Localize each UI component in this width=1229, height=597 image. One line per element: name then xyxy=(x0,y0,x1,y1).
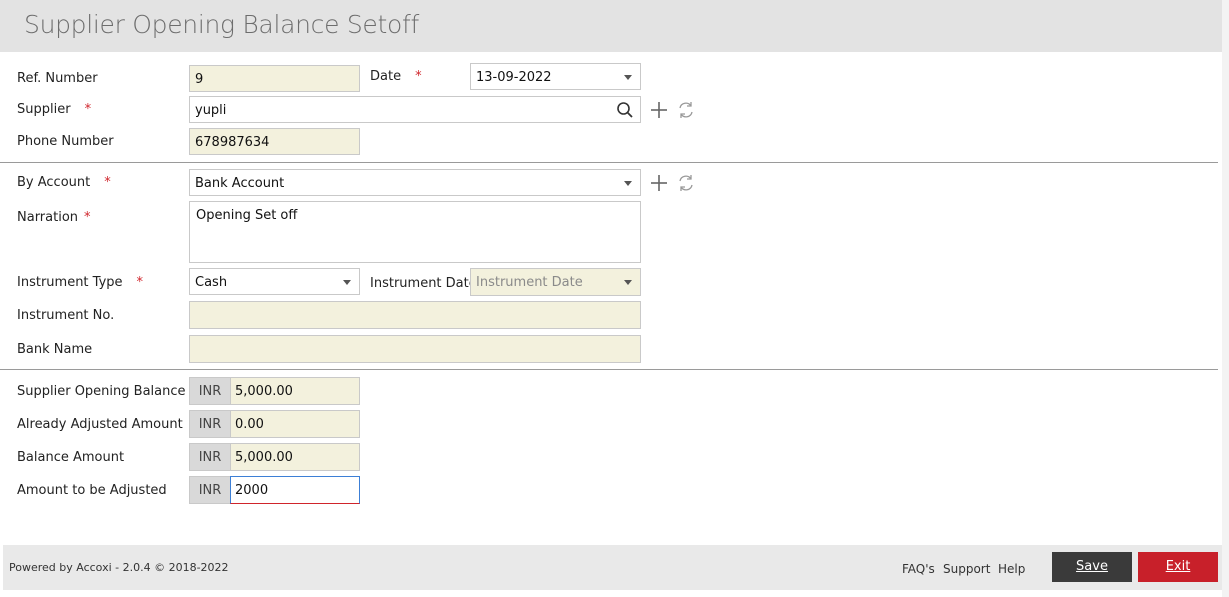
instrument-type-label: Instrument Type * xyxy=(17,275,143,290)
supplier-label: Supplier * xyxy=(17,102,91,117)
instrument-no-label: Instrument No. xyxy=(17,308,115,323)
chevron-down-icon xyxy=(624,75,632,80)
instrument-date-label: Instrument Date xyxy=(370,276,477,291)
exit-button[interactable]: Exit xyxy=(1138,552,1218,582)
phone-number-label: Phone Number xyxy=(17,134,114,149)
page-title: Supplier Opening Balance Setoff xyxy=(24,10,419,39)
amount-to-adjust-input[interactable]: 2000 xyxy=(230,476,360,504)
supplier-input[interactable]: yupli xyxy=(189,96,641,123)
supplier-value: yupli xyxy=(195,103,227,118)
refresh-account-icon[interactable] xyxy=(676,173,696,193)
powered-by-text: Powered by Accoxi - 2.0.4 © 2018-2022 xyxy=(9,561,229,574)
date-picker[interactable]: 13-09-2022 xyxy=(470,63,641,90)
support-link[interactable]: Support xyxy=(943,562,990,576)
add-account-icon[interactable] xyxy=(649,173,669,193)
instrument-type-select[interactable]: Cash xyxy=(189,268,360,295)
balance-amount-label: Balance Amount xyxy=(17,450,125,465)
required-mark: * xyxy=(415,69,422,84)
already-adjusted-label: Already Adjusted Amount xyxy=(17,417,183,432)
page-header: Supplier Opening Balance Setoff xyxy=(0,0,1222,52)
scrollbar[interactable] xyxy=(1222,0,1229,597)
search-icon[interactable] xyxy=(616,101,634,119)
currency-badge: INR xyxy=(189,476,230,504)
required-mark: * xyxy=(84,102,92,117)
date-label-text: Date xyxy=(370,69,402,84)
narration-label-text: Narration xyxy=(17,210,79,225)
by-account-select[interactable]: Bank Account xyxy=(189,169,641,196)
date-value: 13-09-2022 xyxy=(476,70,552,85)
opening-balance-label: Supplier Opening Balance xyxy=(17,384,186,399)
bank-name-field[interactable] xyxy=(189,335,641,363)
required-mark: * xyxy=(136,275,144,290)
instrument-type-label-text: Instrument Type xyxy=(17,275,123,290)
amount-to-adjust-label: Amount to be Adjusted xyxy=(17,483,167,498)
ref-number-label: Ref. Number xyxy=(17,71,98,86)
chevron-down-icon xyxy=(624,181,632,186)
phone-number-field[interactable]: 678987634 xyxy=(189,128,360,155)
chevron-down-icon xyxy=(624,280,632,285)
section-divider xyxy=(0,369,1218,370)
currency-badge: INR xyxy=(189,410,230,438)
ref-number-field[interactable]: 9 xyxy=(189,65,360,92)
refresh-supplier-icon[interactable] xyxy=(676,100,696,120)
help-link[interactable]: Help xyxy=(998,562,1025,576)
opening-balance-field[interactable]: 5,000.00 xyxy=(230,377,360,405)
save-button[interactable]: Save xyxy=(1052,552,1132,582)
by-account-label: By Account * xyxy=(17,175,111,190)
instrument-date-picker[interactable]: Instrument Date xyxy=(470,268,641,296)
by-account-value: Bank Account xyxy=(195,176,285,191)
currency-badge: INR xyxy=(189,377,230,405)
instrument-no-field[interactable] xyxy=(189,301,641,329)
date-label: Date * xyxy=(370,69,422,84)
instrument-type-value: Cash xyxy=(195,275,228,290)
supplier-label-text: Supplier xyxy=(17,102,71,117)
chevron-down-icon xyxy=(343,280,351,285)
section-divider xyxy=(0,162,1218,163)
balance-amount-field[interactable]: 5,000.00 xyxy=(230,443,360,471)
narration-textarea[interactable]: Opening Set off xyxy=(189,201,641,263)
footer-bar: Powered by Accoxi - 2.0.4 © 2018-2022 FA… xyxy=(3,545,1222,590)
currency-badge: INR xyxy=(189,443,230,471)
required-mark: * xyxy=(104,175,111,190)
by-account-label-text: By Account xyxy=(17,175,91,190)
instrument-date-placeholder: Instrument Date xyxy=(476,275,583,290)
bank-name-label: Bank Name xyxy=(17,342,93,357)
narration-label: Narration * xyxy=(17,210,91,225)
add-supplier-icon[interactable] xyxy=(649,100,669,120)
faq-link[interactable]: FAQ's xyxy=(902,562,935,576)
required-mark: * xyxy=(84,210,91,225)
already-adjusted-field[interactable]: 0.00 xyxy=(230,410,360,438)
